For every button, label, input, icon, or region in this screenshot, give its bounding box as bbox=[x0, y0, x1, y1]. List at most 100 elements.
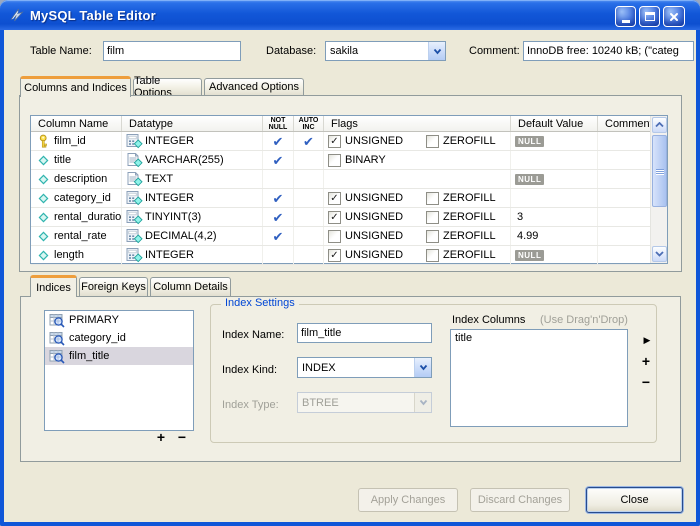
header-auto-inc[interactable]: AUTO INC bbox=[294, 116, 324, 131]
grid-header: Column Name Datatype NOT NULL AUTO INC F… bbox=[31, 116, 650, 132]
datatype: DECIMAL(4,2) bbox=[143, 230, 217, 242]
index-kind-select[interactable]: INDEX bbox=[297, 357, 432, 378]
numeric-icon bbox=[126, 228, 143, 244]
grid-cell: INTEGER bbox=[122, 132, 263, 150]
flag-checkbox[interactable]: ✓ bbox=[328, 192, 341, 205]
grid-cell bbox=[598, 208, 650, 226]
flag: ZEROFILL bbox=[426, 135, 511, 148]
flag-checkbox[interactable] bbox=[426, 211, 439, 224]
not-null-check-icon[interactable]: ✔ bbox=[273, 154, 284, 167]
text-icon bbox=[126, 152, 143, 168]
not-null-check-icon[interactable]: ✔ bbox=[273, 211, 284, 224]
grid-cell bbox=[511, 151, 598, 169]
grid-cell bbox=[263, 246, 294, 264]
header-comment[interactable]: Comment bbox=[598, 116, 650, 131]
grid-cell bbox=[294, 151, 324, 169]
default-value: 3 bbox=[515, 211, 523, 223]
maximize-icon bbox=[645, 12, 655, 21]
datatype: INTEGER bbox=[143, 192, 194, 204]
null-badge: NULL bbox=[515, 174, 544, 185]
table-row[interactable]: rental_rateDECIMAL(4,2)✔UNSIGNEDZEROFILL… bbox=[31, 227, 650, 246]
flag-label: ZEROFILL bbox=[443, 192, 496, 204]
grid-cell bbox=[598, 132, 650, 150]
maximize-button[interactable] bbox=[639, 6, 660, 27]
header-datatype[interactable]: Datatype bbox=[122, 116, 263, 131]
tab-advanced-options[interactable]: Advanced Options bbox=[204, 78, 304, 95]
tab-indices[interactable]: Indices bbox=[30, 275, 77, 297]
flag-checkbox[interactable]: ✓ bbox=[328, 249, 341, 262]
group-title: Index Settings bbox=[221, 297, 299, 309]
grid-scrollbar[interactable] bbox=[650, 116, 667, 263]
flag-checkbox[interactable] bbox=[328, 230, 341, 243]
flag-checkbox[interactable] bbox=[426, 230, 439, 243]
grid-cell: length bbox=[31, 246, 122, 264]
list-item[interactable]: title bbox=[451, 330, 627, 346]
auto-inc-check-icon[interactable]: ✔ bbox=[303, 135, 314, 148]
index-icon bbox=[48, 349, 65, 364]
not-null-check-icon[interactable]: ✔ bbox=[273, 230, 284, 243]
flag-checkbox[interactable] bbox=[426, 249, 439, 262]
titlebar[interactable]: MySQL Table Editor bbox=[0, 0, 700, 30]
table-name-label: Table Name: bbox=[30, 45, 92, 57]
tab-label: Advanced Options bbox=[209, 81, 299, 93]
close-window-button[interactable] bbox=[663, 6, 685, 27]
tab-label: Columns and Indices bbox=[24, 82, 127, 94]
flag-checkbox[interactable] bbox=[426, 192, 439, 205]
not-null-check-icon[interactable]: ✔ bbox=[273, 135, 284, 148]
index-kind-label: Index Kind: bbox=[222, 364, 277, 376]
move-column-button[interactable]: ▶ bbox=[639, 332, 655, 348]
tab-columns-and-indices[interactable]: Columns and Indices bbox=[20, 76, 131, 97]
grid-cell: film_id bbox=[31, 132, 122, 150]
tab-foreign-keys[interactable]: Foreign Keys bbox=[79, 277, 148, 296]
tab-table-options[interactable]: Table Options bbox=[133, 78, 202, 95]
not-null-check-icon[interactable]: ✔ bbox=[273, 192, 284, 205]
grid-cell bbox=[598, 227, 650, 245]
app-icon bbox=[9, 7, 25, 23]
list-item[interactable]: category_id bbox=[45, 329, 193, 347]
tab-column-details[interactable]: Column Details bbox=[150, 277, 231, 296]
flag-label: UNSIGNED bbox=[345, 230, 403, 242]
list-item[interactable]: PRIMARY bbox=[45, 311, 193, 329]
close-button[interactable]: Close bbox=[586, 487, 683, 513]
null-badge: NULL bbox=[515, 136, 544, 147]
remove-index-button[interactable]: − bbox=[174, 429, 190, 445]
datatype: TINYINT(3) bbox=[143, 211, 201, 223]
flag-checkbox[interactable] bbox=[328, 154, 341, 167]
table-name-input[interactable] bbox=[103, 41, 241, 61]
comment-input[interactable] bbox=[523, 41, 694, 61]
numeric-icon bbox=[126, 133, 143, 149]
header-column-name[interactable]: Column Name bbox=[31, 116, 122, 131]
minimize-button[interactable] bbox=[615, 6, 636, 27]
table-row[interactable]: lengthINTEGER✓UNSIGNEDZEROFILLNULL bbox=[31, 246, 650, 265]
scrollbar-thumb[interactable] bbox=[652, 135, 667, 207]
grid-cell: ✓UNSIGNEDZEROFILL bbox=[324, 208, 511, 226]
add-index-button[interactable]: + bbox=[153, 429, 169, 445]
scroll-up-icon[interactable] bbox=[652, 117, 667, 133]
index-name-input[interactable] bbox=[297, 323, 432, 343]
table-row[interactable]: rental_durationTINYINT(3)✔✓UNSIGNEDZEROF… bbox=[31, 208, 650, 227]
window-title: MySQL Table Editor bbox=[30, 8, 156, 23]
indices-list[interactable]: PRIMARYcategory_idfilm_title bbox=[44, 310, 194, 431]
header-default-value[interactable]: Default Value bbox=[511, 116, 598, 131]
thumb-grip-icon bbox=[656, 168, 664, 175]
header-not-null[interactable]: NOT NULL bbox=[263, 116, 294, 131]
grid-cell: NULL bbox=[511, 246, 598, 264]
remove-column-button[interactable]: − bbox=[638, 374, 654, 390]
header-flags[interactable]: Flags bbox=[324, 116, 511, 131]
scroll-down-icon[interactable] bbox=[652, 246, 667, 262]
chevron-down-icon[interactable] bbox=[414, 358, 431, 377]
database-select[interactable]: sakila bbox=[325, 41, 446, 61]
add-column-button[interactable]: + bbox=[638, 353, 654, 369]
list-item[interactable]: film_title bbox=[45, 347, 193, 365]
table-row[interactable]: titleVARCHAR(255)✔BINARY bbox=[31, 151, 650, 170]
table-row[interactable]: film_idINTEGER✔✔✓UNSIGNEDZEROFILLNULL bbox=[31, 132, 650, 151]
table-row[interactable]: category_idINTEGER✔✓UNSIGNEDZEROFILL bbox=[31, 189, 650, 208]
numeric-icon bbox=[126, 209, 143, 225]
flag-checkbox[interactable] bbox=[426, 135, 439, 148]
grid-cell bbox=[263, 170, 294, 188]
flag-checkbox[interactable]: ✓ bbox=[328, 211, 341, 224]
chevron-down-icon[interactable] bbox=[428, 42, 445, 60]
flag-checkbox[interactable]: ✓ bbox=[328, 135, 341, 148]
table-row[interactable]: descriptionTEXTNULL bbox=[31, 170, 650, 189]
index-columns-list[interactable]: title bbox=[450, 329, 628, 427]
